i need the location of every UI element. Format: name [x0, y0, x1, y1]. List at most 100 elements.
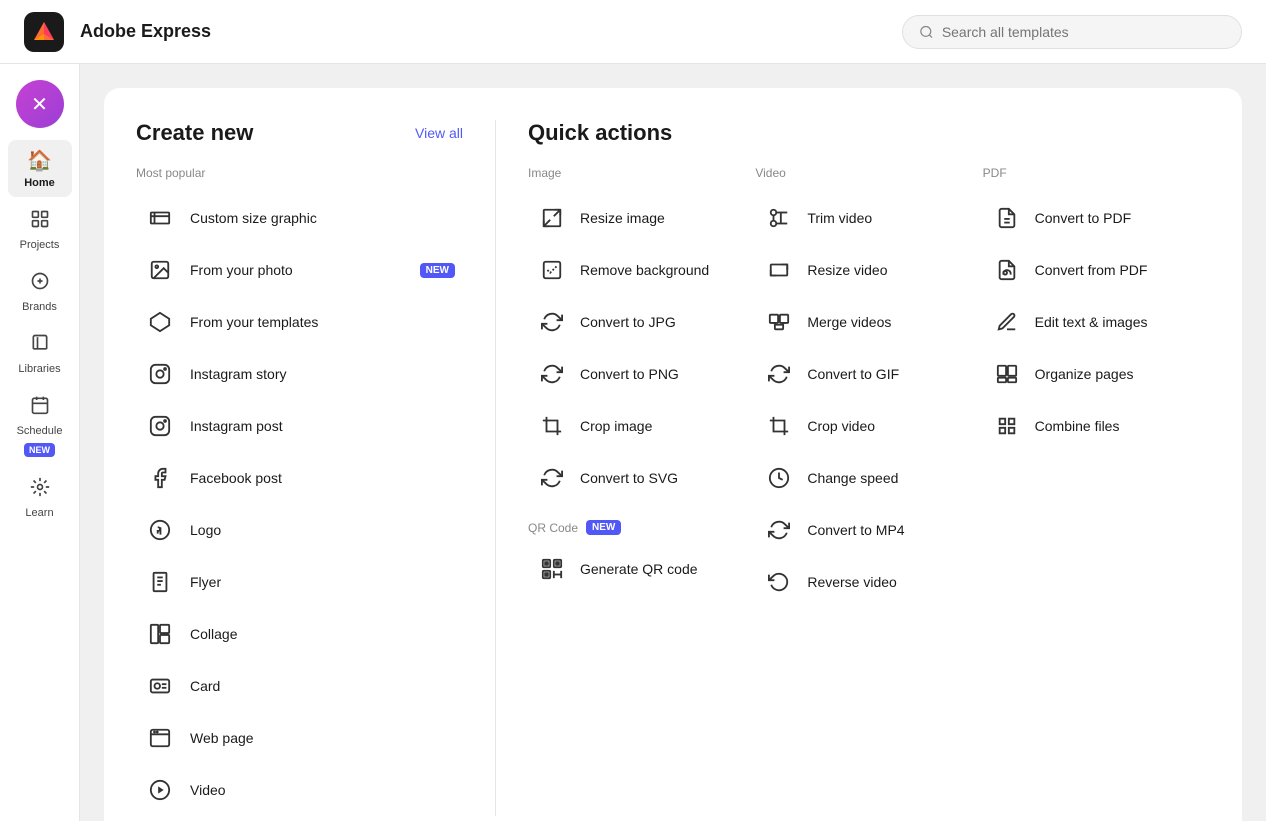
create-item-custom-size[interactable]: Custom size graphic	[136, 192, 463, 244]
create-new-section: Create new View all Most popular Custom …	[136, 120, 496, 816]
qa-item-change-speed[interactable]: Change speed	[755, 452, 982, 504]
from-photo-new-badge: NEW	[420, 263, 455, 278]
create-item-webpage[interactable]: Web page	[136, 712, 463, 764]
qr-section-title: QR Code	[528, 521, 578, 535]
qa-item-reverse-video-label: Reverse video	[807, 573, 897, 591]
resize-video-icon	[763, 254, 795, 286]
qr-new-badge: NEW	[586, 520, 621, 535]
combine-files-icon	[991, 410, 1023, 442]
qa-item-convert-jpg-label: Convert to JPG	[580, 313, 676, 331]
create-item-logo-label: Logo	[190, 522, 221, 538]
sidebar-item-home[interactable]: 🏠 Home	[8, 140, 72, 197]
close-icon: ✕	[31, 92, 48, 117]
qa-item-convert-svg-label: Convert to SVG	[580, 469, 678, 487]
qa-item-trim-video-label: Trim video	[807, 209, 872, 227]
search-input[interactable]	[942, 24, 1225, 40]
create-item-instagram-post-label: Instagram post	[190, 418, 283, 434]
sidebar-item-projects[interactable]: Projects	[8, 201, 72, 259]
qa-item-combine-files[interactable]: Combine files	[983, 400, 1210, 452]
content-area: Create new View all Most popular Custom …	[80, 64, 1266, 821]
sidebar-item-brands[interactable]: Brands	[8, 263, 72, 321]
main-panel: Create new View all Most popular Custom …	[104, 88, 1242, 821]
merge-videos-icon	[763, 306, 795, 338]
sidebar-item-projects-label: Projects	[20, 239, 60, 251]
qa-item-combine-files-label: Combine files	[1035, 417, 1120, 435]
qa-item-convert-to-pdf[interactable]: Convert to PDF	[983, 192, 1210, 244]
instagram-post-icon	[144, 410, 176, 442]
sidebar-item-schedule[interactable]: Schedule NEW	[8, 387, 72, 465]
qa-item-convert-gif[interactable]: Convert to GIF	[755, 348, 982, 400]
qa-item-convert-gif-label: Convert to GIF	[807, 365, 899, 383]
qa-item-crop-image[interactable]: Crop image	[528, 400, 755, 452]
home-icon: 🏠	[27, 148, 52, 173]
qa-item-resize-image[interactable]: Resize image	[528, 192, 755, 244]
qa-item-reverse-video[interactable]: Reverse video	[755, 556, 982, 608]
qa-item-crop-video[interactable]: Crop video	[755, 400, 982, 452]
qa-item-resize-video[interactable]: Resize video	[755, 244, 982, 296]
sidebar-item-libraries-label: Libraries	[18, 363, 60, 375]
topbar: Adobe Express	[0, 0, 1266, 64]
create-item-flyer[interactable]: Flyer	[136, 556, 463, 608]
quick-actions-grid: Image Resize image Remove background	[528, 166, 1210, 608]
logo-icon	[144, 514, 176, 546]
qa-item-edit-text-images[interactable]: Edit text & images	[983, 296, 1210, 348]
sidebar-close-button[interactable]: ✕	[16, 80, 64, 128]
create-item-collage-label: Collage	[190, 626, 237, 642]
create-item-from-templates[interactable]: From your templates	[136, 296, 463, 348]
create-item-video-label: Video	[190, 782, 226, 798]
qa-item-generate-qr-label: Generate QR code	[580, 560, 698, 578]
video-icon	[144, 774, 176, 806]
quick-actions-section: Quick actions Image Resize image	[496, 120, 1210, 816]
from-photo-icon	[144, 254, 176, 286]
resize-image-icon	[536, 202, 568, 234]
organize-pages-icon	[991, 358, 1023, 390]
qa-item-merge-videos[interactable]: Merge videos	[755, 296, 982, 348]
create-item-logo[interactable]: Logo	[136, 504, 463, 556]
quick-actions-title: Quick actions	[528, 120, 1210, 146]
create-item-collage[interactable]: Collage	[136, 608, 463, 660]
create-item-from-photo[interactable]: From your photo NEW	[136, 244, 463, 296]
qa-item-generate-qr[interactable]: Generate QR code	[528, 543, 755, 595]
qa-item-convert-from-pdf[interactable]: Convert from PDF	[983, 244, 1210, 296]
collage-icon	[144, 618, 176, 650]
create-item-webpage-label: Web page	[190, 730, 254, 746]
schedule-new-badge: NEW	[24, 443, 55, 457]
convert-png-icon	[536, 358, 568, 390]
create-item-card[interactable]: Card	[136, 660, 463, 712]
sidebar-item-learn-label: Learn	[25, 507, 53, 519]
qa-item-organize-pages-label: Organize pages	[1035, 365, 1134, 383]
flyer-icon	[144, 566, 176, 598]
projects-icon	[30, 209, 50, 235]
qa-item-trim-video[interactable]: Trim video	[755, 192, 982, 244]
qa-col-pdf-title: PDF	[983, 166, 1210, 180]
create-item-card-label: Card	[190, 678, 220, 694]
qa-item-remove-bg[interactable]: Remove background	[528, 244, 755, 296]
create-item-facebook-post[interactable]: Facebook post	[136, 452, 463, 504]
convert-mp4-icon	[763, 514, 795, 546]
create-section-header: Create new View all	[136, 120, 463, 146]
qa-item-crop-image-label: Crop image	[580, 417, 652, 435]
learn-icon	[30, 477, 50, 503]
from-templates-icon	[144, 306, 176, 338]
qa-item-resize-image-label: Resize image	[580, 209, 665, 227]
qa-item-convert-svg[interactable]: Convert to SVG	[528, 452, 755, 504]
qa-item-edit-text-images-label: Edit text & images	[1035, 313, 1148, 331]
create-item-video[interactable]: Video	[136, 764, 463, 816]
search-bar[interactable]	[902, 15, 1242, 49]
view-all-link[interactable]: View all	[415, 125, 463, 141]
qa-col-image-title: Image	[528, 166, 755, 180]
sidebar-item-learn[interactable]: Learn	[8, 469, 72, 527]
create-item-instagram-post[interactable]: Instagram post	[136, 400, 463, 452]
sidebar-item-libraries[interactable]: Libraries	[8, 325, 72, 383]
custom-size-icon	[144, 202, 176, 234]
qa-col-video: Video Trim video Resize video	[755, 166, 982, 608]
create-item-instagram-story[interactable]: Instagram story	[136, 348, 463, 400]
qa-item-convert-mp4[interactable]: Convert to MP4	[755, 504, 982, 556]
qa-item-organize-pages[interactable]: Organize pages	[983, 348, 1210, 400]
trim-video-icon	[763, 202, 795, 234]
crop-image-icon	[536, 410, 568, 442]
create-item-flyer-label: Flyer	[190, 574, 221, 590]
qa-item-convert-png[interactable]: Convert to PNG	[528, 348, 755, 400]
sidebar: ✕ 🏠 Home Projects Brands Libraries	[0, 64, 80, 821]
qa-item-convert-jpg[interactable]: Convert to JPG	[528, 296, 755, 348]
